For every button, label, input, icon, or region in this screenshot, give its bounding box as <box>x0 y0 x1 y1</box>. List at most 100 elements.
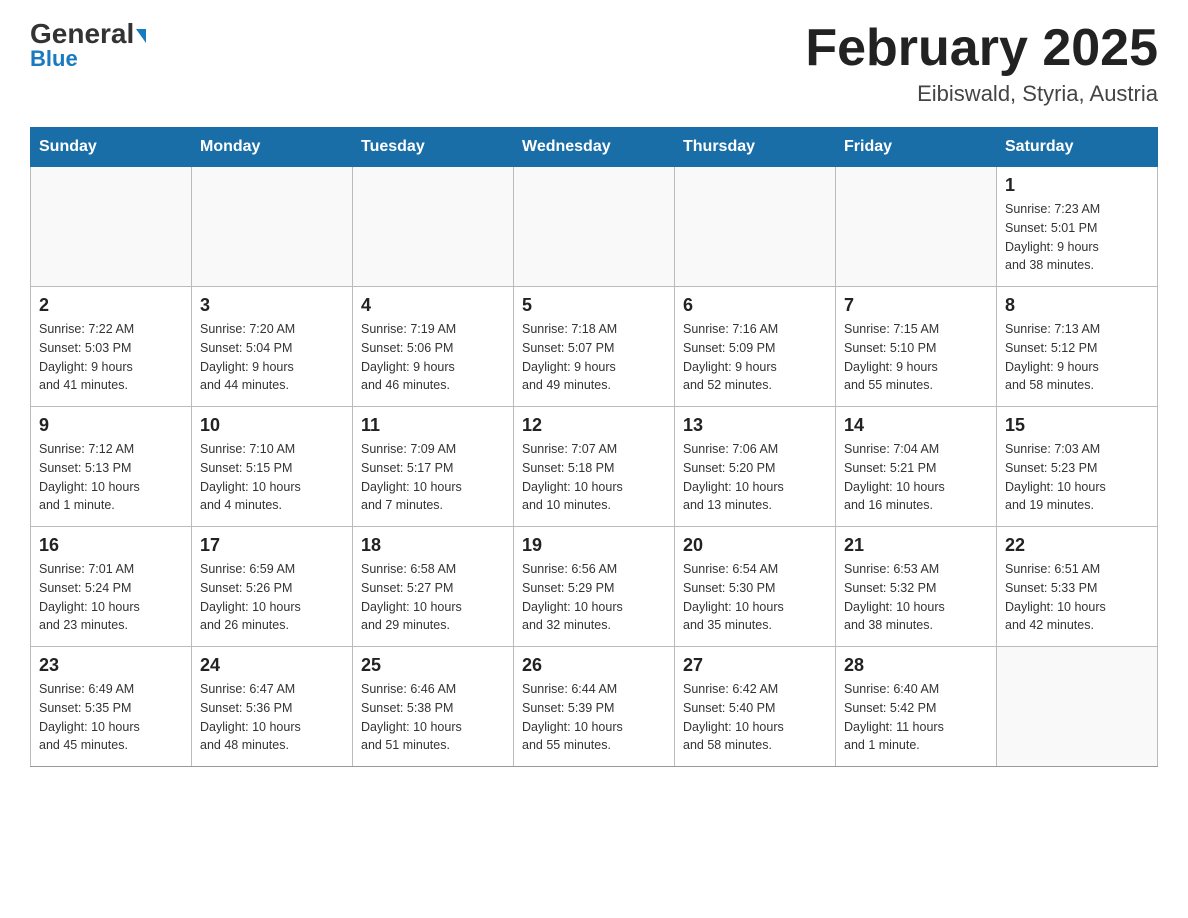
day-number: 16 <box>39 535 183 556</box>
calendar-cell <box>997 647 1158 767</box>
calendar-cell: 26 Sunrise: 6:44 AM Sunset: 5:39 PM Dayli… <box>514 647 675 767</box>
day-info: Sunrise: 7:20 AM Sunset: 5:04 PM Dayligh… <box>200 320 344 395</box>
day-number: 1 <box>1005 175 1149 196</box>
day-number: 14 <box>844 415 988 436</box>
day-info: Sunrise: 7:22 AM Sunset: 5:03 PM Dayligh… <box>39 320 183 395</box>
weekday-header-thursday: Thursday <box>675 128 836 167</box>
weekday-header-row: SundayMondayTuesdayWednesdayThursdayFrid… <box>31 128 1158 167</box>
subtitle: Eibiswald, Styria, Austria <box>805 81 1158 107</box>
calendar-header: SundayMondayTuesdayWednesdayThursdayFrid… <box>31 128 1158 167</box>
day-info: Sunrise: 7:16 AM Sunset: 5:09 PM Dayligh… <box>683 320 827 395</box>
calendar-cell: 15 Sunrise: 7:03 AM Sunset: 5:23 PM Dayli… <box>997 407 1158 527</box>
logo: General Blue <box>30 20 146 72</box>
day-number: 27 <box>683 655 827 676</box>
day-number: 9 <box>39 415 183 436</box>
main-title: February 2025 <box>805 20 1158 77</box>
title-area: February 2025 Eibiswald, Styria, Austria <box>805 20 1158 107</box>
calendar-cell: 21 Sunrise: 6:53 AM Sunset: 5:32 PM Dayli… <box>836 527 997 647</box>
day-number: 24 <box>200 655 344 676</box>
calendar-cell <box>675 167 836 287</box>
day-info: Sunrise: 7:04 AM Sunset: 5:21 PM Dayligh… <box>844 440 988 515</box>
day-info: Sunrise: 7:06 AM Sunset: 5:20 PM Dayligh… <box>683 440 827 515</box>
day-number: 12 <box>522 415 666 436</box>
logo-general: General <box>30 20 146 48</box>
calendar-table: SundayMondayTuesdayWednesdayThursdayFrid… <box>30 127 1158 767</box>
calendar-cell: 3 Sunrise: 7:20 AM Sunset: 5:04 PM Daylig… <box>192 287 353 407</box>
day-info: Sunrise: 6:51 AM Sunset: 5:33 PM Dayligh… <box>1005 560 1149 635</box>
day-info: Sunrise: 7:23 AM Sunset: 5:01 PM Dayligh… <box>1005 200 1149 275</box>
day-number: 26 <box>522 655 666 676</box>
day-number: 6 <box>683 295 827 316</box>
day-number: 22 <box>1005 535 1149 556</box>
calendar-cell: 8 Sunrise: 7:13 AM Sunset: 5:12 PM Daylig… <box>997 287 1158 407</box>
calendar-cell: 19Sunrise: 6:56 AM Sunset: 5:29 PM Dayli… <box>514 527 675 647</box>
day-info: Sunrise: 6:49 AM Sunset: 5:35 PM Dayligh… <box>39 680 183 755</box>
weekday-header-friday: Friday <box>836 128 997 167</box>
calendar-cell: 20Sunrise: 6:54 AM Sunset: 5:30 PM Dayli… <box>675 527 836 647</box>
calendar-week-row: 1 Sunrise: 7:23 AM Sunset: 5:01 PM Daylig… <box>31 167 1158 287</box>
day-info: Sunrise: 7:13 AM Sunset: 5:12 PM Dayligh… <box>1005 320 1149 395</box>
day-number: 21 <box>844 535 988 556</box>
calendar-cell: 18Sunrise: 6:58 AM Sunset: 5:27 PM Dayli… <box>353 527 514 647</box>
day-info: Sunrise: 6:56 AM Sunset: 5:29 PM Dayligh… <box>522 560 666 635</box>
calendar-cell <box>192 167 353 287</box>
logo-triangle-icon <box>136 29 146 43</box>
day-info: Sunrise: 6:44 AM Sunset: 5:39 PM Dayligh… <box>522 680 666 755</box>
day-number: 2 <box>39 295 183 316</box>
calendar-cell: 1 Sunrise: 7:23 AM Sunset: 5:01 PM Daylig… <box>997 167 1158 287</box>
calendar-cell: 10 Sunrise: 7:10 AM Sunset: 5:15 PM Dayli… <box>192 407 353 527</box>
day-number: 25 <box>361 655 505 676</box>
day-info: Sunrise: 6:59 AM Sunset: 5:26 PM Dayligh… <box>200 560 344 635</box>
day-number: 8 <box>1005 295 1149 316</box>
day-number: 7 <box>844 295 988 316</box>
calendar-week-row: 2 Sunrise: 7:22 AM Sunset: 5:03 PM Daylig… <box>31 287 1158 407</box>
calendar-cell <box>514 167 675 287</box>
calendar-cell: 5 Sunrise: 7:18 AM Sunset: 5:07 PM Daylig… <box>514 287 675 407</box>
day-info: Sunrise: 6:42 AM Sunset: 5:40 PM Dayligh… <box>683 680 827 755</box>
weekday-header-saturday: Saturday <box>997 128 1158 167</box>
calendar-cell: 6 Sunrise: 7:16 AM Sunset: 5:09 PM Daylig… <box>675 287 836 407</box>
day-info: Sunrise: 6:54 AM Sunset: 5:30 PM Dayligh… <box>683 560 827 635</box>
day-number: 10 <box>200 415 344 436</box>
day-info: Sunrise: 7:09 AM Sunset: 5:17 PM Dayligh… <box>361 440 505 515</box>
day-info: Sunrise: 6:58 AM Sunset: 5:27 PM Dayligh… <box>361 560 505 635</box>
calendar-cell: 23 Sunrise: 6:49 AM Sunset: 5:35 PM Dayli… <box>31 647 192 767</box>
calendar-cell: 17 Sunrise: 6:59 AM Sunset: 5:26 PM Dayli… <box>192 527 353 647</box>
day-info: Sunrise: 7:10 AM Sunset: 5:15 PM Dayligh… <box>200 440 344 515</box>
day-info: Sunrise: 6:47 AM Sunset: 5:36 PM Dayligh… <box>200 680 344 755</box>
calendar-cell: 28Sunrise: 6:40 AM Sunset: 5:42 PM Dayli… <box>836 647 997 767</box>
calendar-cell: 14 Sunrise: 7:04 AM Sunset: 5:21 PM Dayli… <box>836 407 997 527</box>
calendar-body: 1 Sunrise: 7:23 AM Sunset: 5:01 PM Daylig… <box>31 167 1158 767</box>
calendar-cell: 4Sunrise: 7:19 AM Sunset: 5:06 PM Daylig… <box>353 287 514 407</box>
day-number: 4 <box>361 295 505 316</box>
calendar-cell: 22 Sunrise: 6:51 AM Sunset: 5:33 PM Dayli… <box>997 527 1158 647</box>
day-number: 28 <box>844 655 988 676</box>
page-header: General Blue February 2025 Eibiswald, St… <box>30 20 1158 107</box>
calendar-week-row: 23 Sunrise: 6:49 AM Sunset: 5:35 PM Dayli… <box>31 647 1158 767</box>
day-info: Sunrise: 7:07 AM Sunset: 5:18 PM Dayligh… <box>522 440 666 515</box>
calendar-cell: 12 Sunrise: 7:07 AM Sunset: 5:18 PM Dayli… <box>514 407 675 527</box>
calendar-week-row: 9 Sunrise: 7:12 AM Sunset: 5:13 PM Daylig… <box>31 407 1158 527</box>
day-number: 15 <box>1005 415 1149 436</box>
day-number: 11 <box>361 415 505 436</box>
day-info: Sunrise: 7:18 AM Sunset: 5:07 PM Dayligh… <box>522 320 666 395</box>
day-info: Sunrise: 7:03 AM Sunset: 5:23 PM Dayligh… <box>1005 440 1149 515</box>
calendar-cell: 11 Sunrise: 7:09 AM Sunset: 5:17 PM Dayli… <box>353 407 514 527</box>
calendar-cell: 7 Sunrise: 7:15 AM Sunset: 5:10 PM Daylig… <box>836 287 997 407</box>
day-info: Sunrise: 6:53 AM Sunset: 5:32 PM Dayligh… <box>844 560 988 635</box>
weekday-header-tuesday: Tuesday <box>353 128 514 167</box>
day-number: 17 <box>200 535 344 556</box>
calendar-cell: 13Sunrise: 7:06 AM Sunset: 5:20 PM Dayli… <box>675 407 836 527</box>
weekday-header-sunday: Sunday <box>31 128 192 167</box>
day-info: Sunrise: 7:12 AM Sunset: 5:13 PM Dayligh… <box>39 440 183 515</box>
calendar-cell: 2 Sunrise: 7:22 AM Sunset: 5:03 PM Daylig… <box>31 287 192 407</box>
day-number: 23 <box>39 655 183 676</box>
calendar-cell: 9 Sunrise: 7:12 AM Sunset: 5:13 PM Daylig… <box>31 407 192 527</box>
calendar-cell <box>836 167 997 287</box>
weekday-header-monday: Monday <box>192 128 353 167</box>
day-number: 5 <box>522 295 666 316</box>
day-info: Sunrise: 7:15 AM Sunset: 5:10 PM Dayligh… <box>844 320 988 395</box>
calendar-cell: 24 Sunrise: 6:47 AM Sunset: 5:36 PM Dayli… <box>192 647 353 767</box>
day-info: Sunrise: 6:46 AM Sunset: 5:38 PM Dayligh… <box>361 680 505 755</box>
day-number: 3 <box>200 295 344 316</box>
